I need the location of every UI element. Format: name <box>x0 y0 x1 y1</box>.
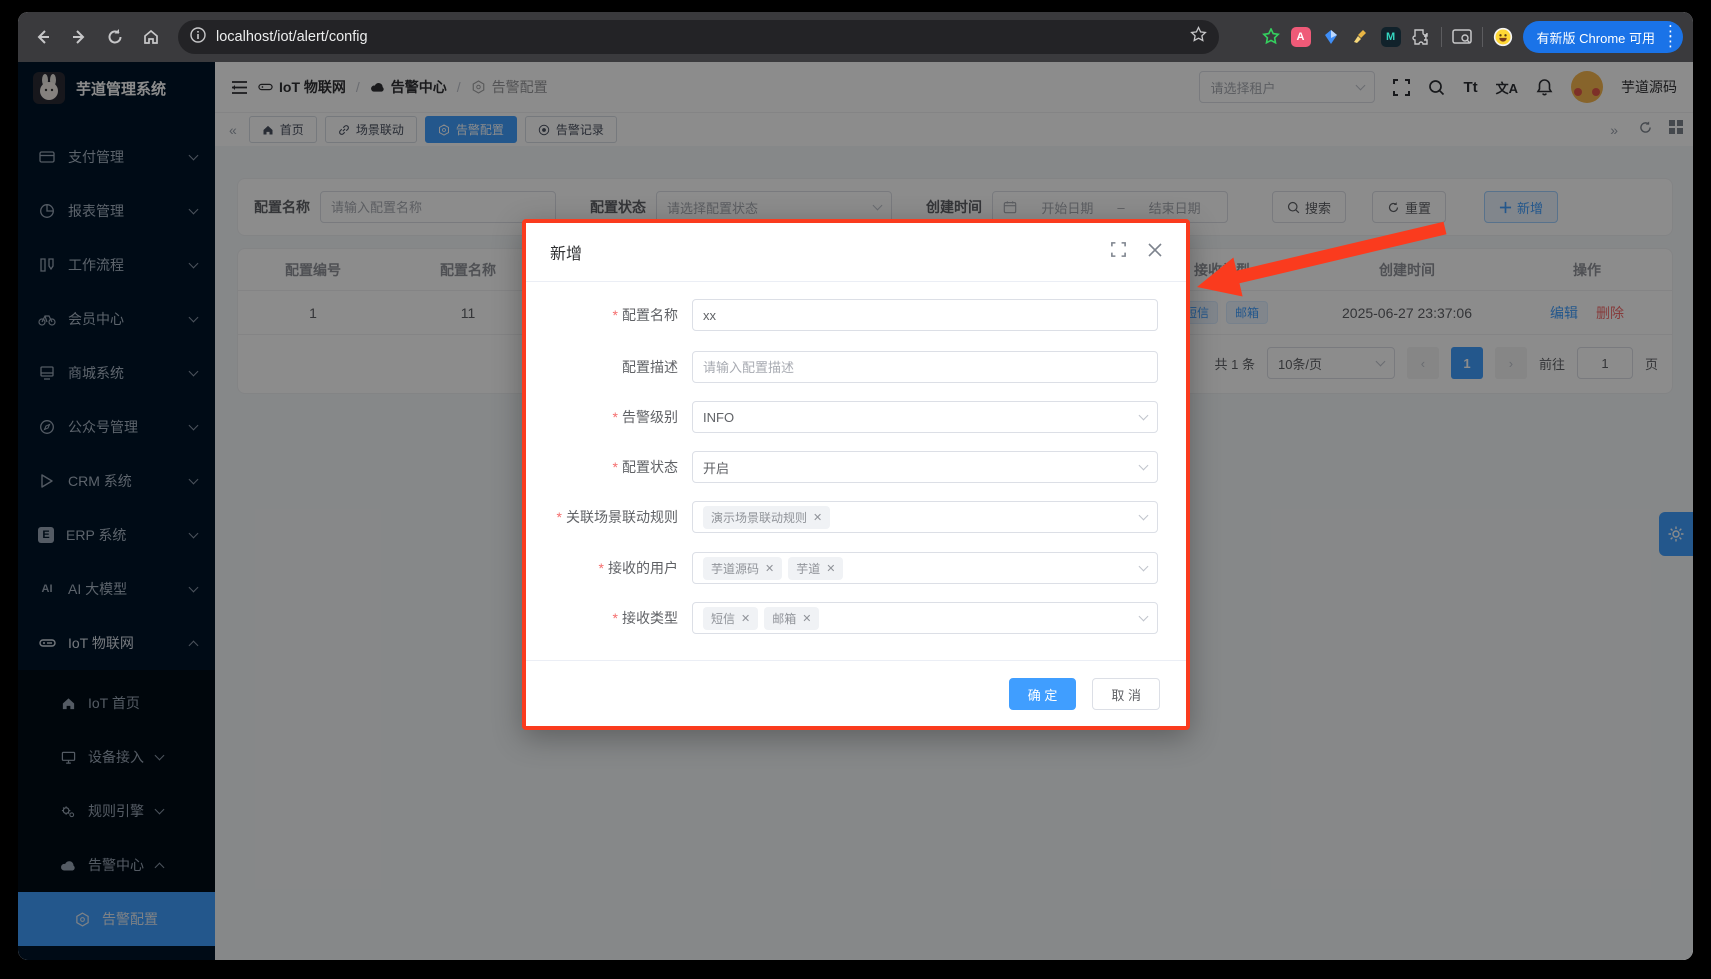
app-page: 芋道管理系统 支付管理 报表管理 工作流程 会员中心 <box>18 62 1693 960</box>
type-tag: 邮箱✕ <box>764 607 819 630</box>
extension-translate-icon[interactable]: A <box>1291 27 1311 47</box>
forward-icon[interactable] <box>64 22 94 52</box>
bookmark-star-icon[interactable] <box>1190 26 1207 48</box>
address-bar[interactable]: localhost/iot/alert/config <box>178 20 1219 54</box>
form-row-config-status: *配置状态 开启 <box>526 451 1186 483</box>
extension-grid-icon[interactable] <box>1231 27 1251 47</box>
browser-window: localhost/iot/alert/config A M 有新版 Chrom… <box>18 12 1693 960</box>
config-name-value[interactable] <box>703 308 1147 323</box>
form-row-receive-types: *接收类型 短信✕ 邮箱✕ <box>526 602 1186 634</box>
extension-broom-icon[interactable] <box>1351 27 1371 47</box>
alert-level-select[interactable]: INFO <box>692 401 1158 433</box>
remove-tag-icon[interactable]: ✕ <box>813 511 822 524</box>
extensions-row: A M 有新版 Chrome 可用 ⋮⋮ <box>1231 21 1683 53</box>
url-text[interactable]: localhost/iot/alert/config <box>216 29 1180 45</box>
toolbar-divider <box>1441 27 1442 47</box>
config-status-select[interactable]: 开启 <box>692 451 1158 483</box>
config-name-field[interactable] <box>692 299 1158 331</box>
user-tag: 芋道源码✕ <box>703 557 782 580</box>
form-row-scene-rule: *关联场景联动规则 演示场景联动规则✕ <box>526 501 1186 533</box>
remove-tag-icon[interactable]: ✕ <box>765 562 774 575</box>
chevron-down-icon <box>1139 410 1149 420</box>
chevron-down-icon <box>1139 460 1149 470</box>
config-desc-value[interactable] <box>703 360 1147 375</box>
site-info-icon[interactable] <box>190 27 206 48</box>
profile-emoji-avatar[interactable] <box>1493 27 1513 47</box>
add-config-dialog: 新增 *配置名称 配置描述 <box>522 219 1190 730</box>
config-desc-field[interactable] <box>692 351 1158 383</box>
scene-rule-tag: 演示场景联动规则✕ <box>703 506 830 529</box>
remove-tag-icon[interactable]: ✕ <box>741 612 750 625</box>
form-row-receive-users: *接收的用户 芋道源码✕ 芋道✕ <box>526 552 1186 584</box>
remove-tag-icon[interactable]: ✕ <box>826 562 835 575</box>
form-row-config-name: *配置名称 <box>526 299 1186 331</box>
extension-lamp-icon[interactable] <box>1321 27 1341 47</box>
dialog-footer: 确 定 取 消 <box>526 661 1186 727</box>
chrome-update-button[interactable]: 有新版 Chrome 可用 ⋮⋮ <box>1523 21 1683 53</box>
dialog-title: 新增 <box>550 240 582 264</box>
cancel-button[interactable]: 取 消 <box>1092 678 1160 710</box>
extension-m-icon[interactable]: M <box>1381 27 1401 47</box>
dialog-form: *配置名称 配置描述 *告警级别 INFO <box>526 282 1186 660</box>
dialog-close-icon[interactable] <box>1148 243 1162 262</box>
type-tag: 短信✕ <box>703 607 758 630</box>
toolbar-divider <box>1482 27 1483 47</box>
chrome-menu-icon[interactable]: ⋮⋮ <box>1663 27 1677 47</box>
browser-toolbar: localhost/iot/alert/config A M 有新版 Chrom… <box>18 12 1693 62</box>
chevron-down-icon <box>1139 611 1149 621</box>
home-icon[interactable] <box>136 22 166 52</box>
chevron-down-icon <box>1139 561 1149 571</box>
remove-tag-icon[interactable]: ✕ <box>802 612 811 625</box>
receive-users-multiselect[interactable]: 芋道源码✕ 芋道✕ <box>692 552 1158 584</box>
back-icon[interactable] <box>28 22 58 52</box>
receive-types-multiselect[interactable]: 短信✕ 邮箱✕ <box>692 602 1158 634</box>
dialog-fullscreen-icon[interactable] <box>1111 242 1126 262</box>
user-tag: 芋道✕ <box>788 557 843 580</box>
chrome-update-label: 有新版 Chrome 可用 <box>1537 28 1655 47</box>
chevron-down-icon <box>1139 510 1149 520</box>
scene-rule-multiselect[interactable]: 演示场景联动规则✕ <box>692 501 1158 533</box>
screen-search-icon[interactable] <box>1452 27 1472 47</box>
form-row-alert-level: *告警级别 INFO <box>526 401 1186 433</box>
dialog-header: 新增 <box>526 223 1186 281</box>
confirm-button[interactable]: 确 定 <box>1009 678 1077 710</box>
reload-icon[interactable] <box>100 22 130 52</box>
puzzle-extensions-icon[interactable] <box>1411 27 1431 47</box>
form-row-config-desc: 配置描述 <box>526 351 1186 383</box>
extension-star-icon[interactable] <box>1261 27 1281 47</box>
